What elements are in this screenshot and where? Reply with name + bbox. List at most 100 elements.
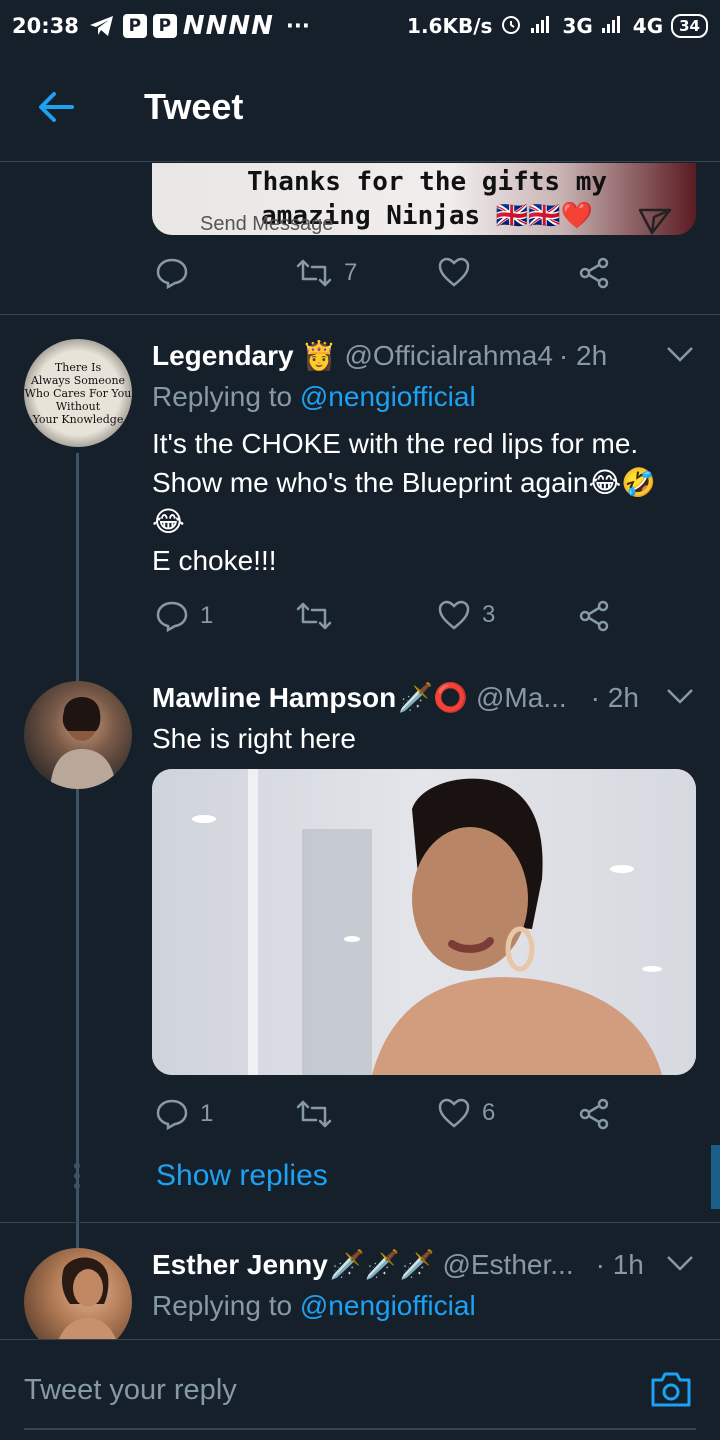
- chevron-down-icon: [667, 689, 693, 704]
- user-handle: @Esther...: [442, 1248, 574, 1280]
- replying-handle-link[interactable]: @nengiofficial: [300, 1290, 476, 1321]
- retweet-button[interactable]: [296, 1098, 332, 1130]
- retweet-button[interactable]: [296, 600, 332, 632]
- tweet-header: Legendary 👸 @Officialrahma4 · 2h: [152, 339, 607, 372]
- show-replies-link[interactable]: Show replies: [156, 1159, 328, 1193]
- more-notifications: ···: [285, 14, 310, 38]
- clock: 20:38: [12, 14, 79, 38]
- tweet-time: · 2h: [558, 339, 608, 371]
- tweet-text: She is right here: [152, 719, 356, 758]
- name-emoji: 🗡️🗡️🗡️: [329, 1249, 435, 1280]
- chevron-down-icon: [667, 347, 693, 362]
- thread-dots: [74, 1163, 80, 1193]
- avatar[interactable]: There Is Always Someone Who Cares For Yo…: [24, 339, 132, 447]
- like-button[interactable]: [438, 257, 470, 287]
- share-button[interactable]: [578, 600, 610, 632]
- avatar-photo: [50, 697, 116, 789]
- user-handle: @Ma...: [476, 681, 567, 713]
- retweet-icon: [296, 259, 332, 287]
- signal-icon: [530, 14, 554, 39]
- like-count: 3: [482, 601, 496, 628]
- display-name[interactable]: Esther Jenny: [152, 1249, 328, 1281]
- tweet-time: · 2h: [590, 681, 639, 713]
- tweet-media-image[interactable]: Thanks for the gifts my amazing Ninjas 🇬…: [152, 163, 696, 235]
- p-app-icon-2: P: [152, 14, 177, 38]
- share-icon: [579, 600, 609, 632]
- notification-letters: NNNN: [182, 11, 274, 41]
- network-4g: 4G: [632, 14, 664, 38]
- retweet-icon: [296, 602, 332, 630]
- retweet-count: 7: [344, 259, 358, 286]
- share-icon: [579, 257, 609, 289]
- media-photo: [152, 769, 696, 1075]
- reply-icon: [156, 601, 188, 632]
- camera-button[interactable]: [650, 1370, 692, 1413]
- reply-button[interactable]: 1: [156, 1098, 213, 1130]
- media-send-label: Send Message: [200, 213, 334, 235]
- input-underline: [24, 1428, 696, 1430]
- send-icon: [638, 208, 672, 235]
- tweet-text-line: It's the CHOKE with the red lips for me.: [152, 428, 639, 459]
- reply-button[interactable]: 1: [156, 600, 213, 632]
- more-options-button[interactable]: [666, 1254, 694, 1277]
- back-button[interactable]: [20, 71, 92, 143]
- avatar-photo: [58, 1257, 116, 1339]
- share-button[interactable]: [578, 257, 610, 289]
- tweet-media-image[interactable]: [152, 769, 696, 1075]
- tweet-header: Mawline Hampson 🗡️⭕ @Ma... · 2h: [152, 681, 639, 714]
- reply-icon: [156, 1099, 188, 1130]
- like-button[interactable]: 6: [438, 1098, 495, 1128]
- telegram-icon: [89, 15, 115, 37]
- display-name[interactable]: Mawline Hampson: [152, 682, 396, 714]
- avatar-line: Who Cares For You: [24, 387, 132, 400]
- thread-connector: [76, 453, 79, 1253]
- reply-button[interactable]: [156, 257, 188, 289]
- network-3g: 3G: [562, 14, 593, 38]
- heart-icon: [438, 600, 470, 630]
- tweet-text-line: She is right here: [152, 723, 356, 754]
- name-emoji: 🗡️⭕: [398, 682, 468, 713]
- avatar-line: Always Someone: [30, 374, 126, 387]
- page-title: Tweet: [144, 85, 244, 127]
- retweet-button[interactable]: 7: [296, 257, 357, 289]
- tweet-text-line: E choke!!!: [152, 545, 277, 576]
- replying-to: Replying to @nengiofficial: [152, 1290, 476, 1322]
- user-handle: @Officialrahma4: [344, 339, 553, 371]
- replying-to: Replying to @nengiofficial: [152, 381, 476, 413]
- replying-prefix: Replying to: [152, 381, 293, 412]
- network-speed: 1.6KB/s: [407, 14, 493, 38]
- chevron-down-icon: [667, 1256, 693, 1271]
- tweet-thread[interactable]: Thanks for the gifts my amazing Ninjas 🇬…: [0, 163, 720, 1339]
- status-right: 1.6KB/s 3G 4G 34: [407, 13, 708, 40]
- divider: [0, 314, 720, 315]
- like-count: 6: [482, 1099, 496, 1126]
- display-name[interactable]: Legendary: [152, 340, 294, 372]
- avatar[interactable]: [24, 1248, 132, 1339]
- avatar-line: Your Knowledge: [32, 413, 124, 426]
- divider: [0, 1222, 720, 1223]
- share-icon: [579, 1098, 609, 1130]
- more-options-button[interactable]: [666, 345, 694, 368]
- scrollbar-thumb[interactable]: [711, 1145, 720, 1209]
- like-button[interactable]: 3: [438, 600, 495, 630]
- tweet-text-line: 😂: [152, 506, 185, 537]
- arrow-left-icon: [39, 91, 74, 122]
- reply-input[interactable]: Tweet your reply: [24, 1374, 237, 1407]
- more-options-button[interactable]: [666, 687, 694, 710]
- avatar[interactable]: [24, 681, 132, 789]
- replying-prefix: Replying to: [152, 1290, 293, 1321]
- tweet-header: Esther Jenny 🗡️🗡️🗡️ @Esther... · 1h: [152, 1248, 644, 1281]
- replying-handle-link[interactable]: @nengiofficial: [300, 381, 476, 412]
- reply-count: 1: [200, 602, 214, 629]
- avatar-line: Without: [55, 400, 101, 413]
- tweet-text-line: Show me who's the Blueprint again😂🤣: [152, 467, 657, 498]
- share-button[interactable]: [578, 1098, 610, 1130]
- camera-icon: [651, 1372, 691, 1407]
- heart-icon: [438, 257, 470, 287]
- avatar-quote: There Is Always Someone Who Cares For Yo…: [24, 361, 132, 426]
- avatar-line: There Is: [54, 361, 102, 374]
- name-emoji: 👸: [301, 340, 337, 371]
- battery-indicator: 34: [671, 14, 708, 38]
- reply-icon: [156, 258, 188, 289]
- tweet-text: It's the CHOKE with the red lips for me.…: [152, 424, 656, 580]
